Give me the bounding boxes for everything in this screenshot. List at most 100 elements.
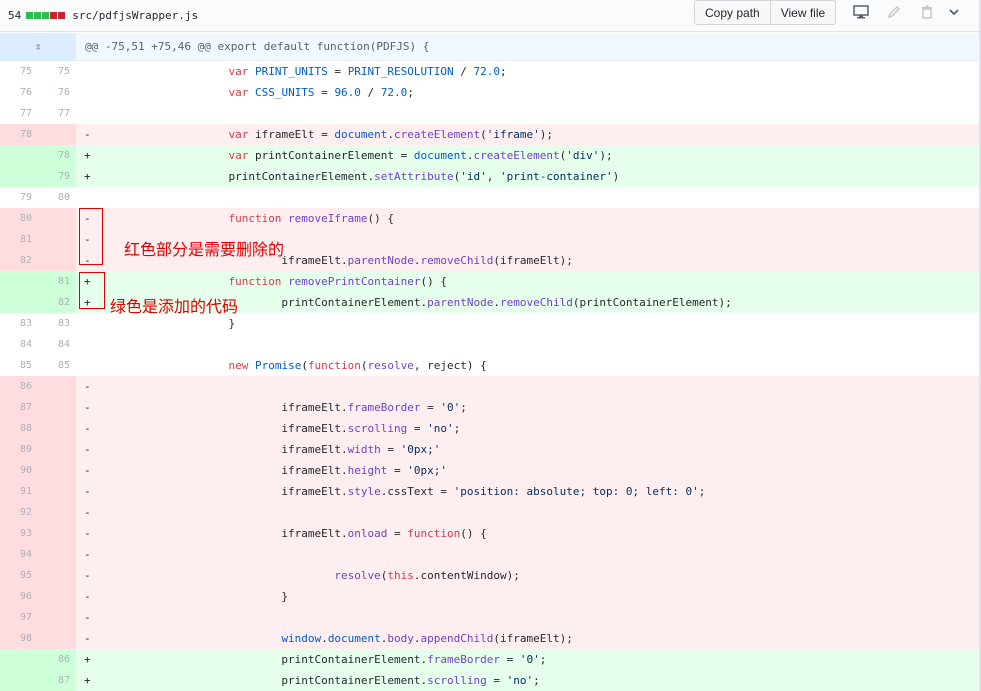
old-line-number[interactable] (0, 292, 38, 313)
old-line-number[interactable]: 90 (0, 460, 38, 481)
diffstat-bar (26, 12, 66, 19)
new-line-number[interactable] (38, 544, 76, 565)
new-line-number[interactable] (38, 124, 76, 145)
diff-marker: + (84, 653, 91, 666)
chevron-down-icon[interactable] (945, 4, 963, 20)
new-line-number[interactable] (38, 502, 76, 523)
copy-path-button[interactable]: Copy path (694, 0, 771, 25)
old-line-number[interactable]: 84 (0, 334, 38, 355)
new-line-number[interactable]: 75 (38, 61, 76, 82)
old-line-number[interactable]: 91 (0, 481, 38, 502)
hunk-header: ⇳ @@ -75,51 +75,46 @@ export default fun… (0, 32, 979, 61)
new-line-number[interactable] (38, 586, 76, 607)
old-line-number[interactable]: 92 (0, 502, 38, 523)
new-line-number[interactable] (38, 481, 76, 502)
code-text: function removeIframe() { (228, 212, 395, 225)
new-line-number[interactable] (38, 250, 76, 271)
new-line-number[interactable]: 82 (38, 292, 76, 313)
code-text: iframeElt.frameBorder = '0'; (96, 401, 467, 414)
diff-marker: - (84, 590, 91, 603)
old-line-number[interactable]: 94 (0, 544, 38, 565)
deletion-line: 86 - (0, 376, 979, 397)
diff-marker: - (84, 548, 91, 561)
addition-line: 79 + printContainerElement.setAttribute('… (0, 166, 979, 187)
deletion-line: 89 - iframeElt.width = '0px;' (0, 439, 979, 460)
old-line-number[interactable]: 85 (0, 355, 38, 376)
old-line-number[interactable] (0, 649, 38, 670)
new-line-number[interactable]: 76 (38, 82, 76, 103)
code-text: var printContainerElement = document.cre… (228, 149, 613, 162)
context-line: 79 80 (0, 187, 979, 208)
new-line-number[interactable]: 84 (38, 334, 76, 355)
addition-line: 81 + function removePrintContainer() { (0, 271, 979, 292)
new-line-number[interactable] (38, 460, 76, 481)
diff-marker: - (84, 443, 91, 456)
old-line-number[interactable]: 76 (0, 82, 38, 103)
changes-count: 54 (8, 9, 22, 22)
new-line-number[interactable] (38, 418, 76, 439)
old-line-number[interactable]: 97 (0, 607, 38, 628)
new-line-number[interactable]: 78 (38, 145, 76, 166)
old-line-number[interactable]: 83 (0, 313, 38, 334)
new-line-number[interactable]: 87 (38, 670, 76, 691)
old-line-number[interactable] (0, 166, 38, 187)
new-line-number[interactable] (38, 229, 76, 250)
trash-icon[interactable] (918, 4, 936, 20)
expand-icon[interactable]: ⇳ (0, 32, 76, 61)
old-line-number[interactable]: 87 (0, 397, 38, 418)
deletion-line: 80- function removeIframe() { (0, 208, 979, 229)
new-line-number[interactable] (38, 628, 76, 649)
old-line-number[interactable]: 82 (0, 250, 38, 271)
context-line: 84 84 (0, 334, 979, 355)
code-text: new Promise(function(resolve, reject) { (228, 359, 487, 372)
new-line-number[interactable] (38, 523, 76, 544)
diff-marker: - (84, 506, 91, 519)
old-line-number[interactable]: 93 (0, 523, 38, 544)
new-line-number[interactable] (38, 439, 76, 460)
deletion-line: 87 - iframeElt.frameBorder = '0'; (0, 397, 979, 418)
old-line-number[interactable] (0, 670, 38, 691)
new-line-number[interactable]: 80 (38, 187, 76, 208)
context-line: 85 85 new Promise(function(resolve, rejec… (0, 355, 979, 376)
new-line-number[interactable]: 83 (38, 313, 76, 334)
new-line-number[interactable] (38, 208, 76, 229)
diff-marker: - (84, 632, 91, 645)
new-line-number[interactable]: 81 (38, 271, 76, 292)
deletion-annotation-box (79, 208, 103, 265)
old-line-number[interactable]: 98 (0, 628, 38, 649)
old-line-number[interactable]: 79 (0, 187, 38, 208)
old-line-number[interactable]: 75 (0, 61, 38, 82)
old-line-number[interactable]: 77 (0, 103, 38, 124)
new-line-number[interactable]: 79 (38, 166, 76, 187)
code-text: var iframeElt = document.createElement('… (228, 128, 553, 141)
view-file-button[interactable]: View file (770, 0, 837, 25)
old-line-number[interactable]: 80 (0, 208, 38, 229)
hunk-header-text: @@ -75,51 +75,46 @@ export default funct… (85, 40, 430, 53)
old-line-number[interactable]: 89 (0, 439, 38, 460)
new-line-number[interactable] (38, 397, 76, 418)
pencil-icon[interactable] (885, 4, 903, 20)
code-text: iframeElt.width = '0px;' (96, 443, 441, 456)
old-line-number[interactable]: 88 (0, 418, 38, 439)
new-line-number[interactable] (38, 607, 76, 628)
old-line-number[interactable]: 95 (0, 565, 38, 586)
new-line-number[interactable]: 85 (38, 355, 76, 376)
old-line-number[interactable]: 81 (0, 229, 38, 250)
new-line-number[interactable] (38, 565, 76, 586)
desktop-icon[interactable] (852, 4, 870, 20)
deletion-line: 92 - (0, 502, 979, 523)
code-text: iframeElt.onload = function() { (96, 527, 487, 540)
new-line-number[interactable] (38, 376, 76, 397)
deletion-line: 93 - iframeElt.onload = function() { (0, 523, 979, 544)
old-line-number[interactable]: 78 (0, 124, 38, 145)
new-line-number[interactable]: 77 (38, 103, 76, 124)
old-line-number[interactable]: 96 (0, 586, 38, 607)
new-line-number[interactable]: 86 (38, 649, 76, 670)
diff-marker: + (84, 170, 91, 183)
file-path[interactable]: src/pdfjsWrapper.js (72, 9, 198, 22)
addition-line: 87 + printContainerElement.scrolling = 'n… (0, 670, 979, 691)
old-line-number[interactable] (0, 271, 38, 292)
old-line-number[interactable]: 86 (0, 376, 38, 397)
code-text: iframeElt.scrolling = 'no'; (96, 422, 461, 435)
old-line-number[interactable] (0, 145, 38, 166)
